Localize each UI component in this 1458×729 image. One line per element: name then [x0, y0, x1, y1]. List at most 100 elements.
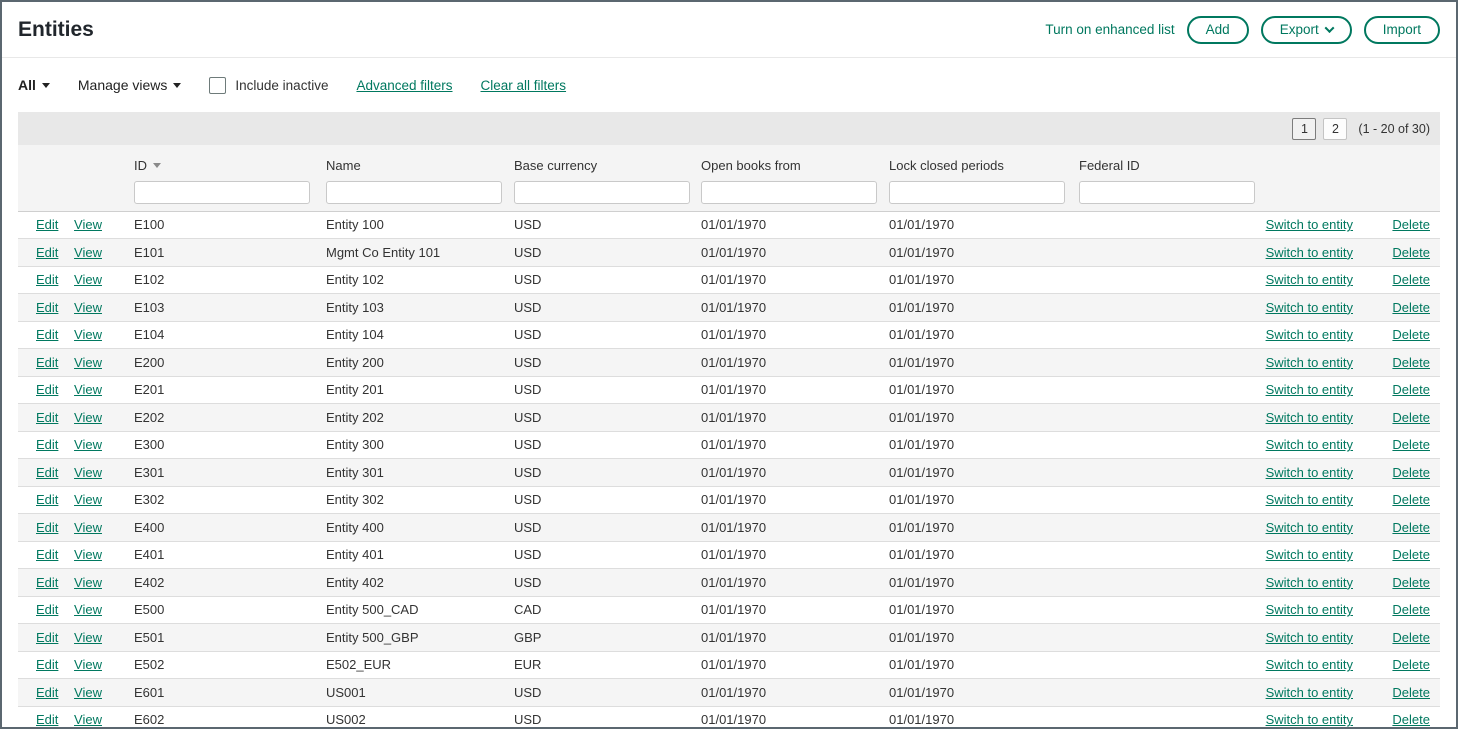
base-currency-column-header[interactable]: Base currency: [504, 145, 691, 175]
view-link[interactable]: View: [74, 355, 102, 370]
edit-link[interactable]: Edit: [36, 355, 58, 370]
switch-to-entity-link[interactable]: Switch to entity: [1266, 575, 1353, 590]
advanced-filters-link[interactable]: Advanced filters: [356, 78, 452, 93]
edit-link[interactable]: Edit: [36, 410, 58, 425]
include-inactive-checkbox[interactable]: [209, 77, 226, 94]
view-link[interactable]: View: [74, 547, 102, 562]
delete-link[interactable]: Delete: [1392, 575, 1430, 590]
manage-views-dropdown[interactable]: Manage views: [78, 77, 182, 93]
lock-closed-filter-input[interactable]: [889, 181, 1065, 204]
edit-link[interactable]: Edit: [36, 547, 58, 562]
switch-to-entity-link[interactable]: Switch to entity: [1266, 547, 1353, 562]
delete-link[interactable]: Delete: [1392, 245, 1430, 260]
edit-link[interactable]: Edit: [36, 630, 58, 645]
edit-link[interactable]: Edit: [36, 602, 58, 617]
view-link[interactable]: View: [74, 272, 102, 287]
page-1-button[interactable]: 1: [1292, 118, 1316, 140]
switch-to-entity-link[interactable]: Switch to entity: [1266, 355, 1353, 370]
clear-all-filters-link[interactable]: Clear all filters: [481, 78, 567, 93]
view-link[interactable]: View: [74, 465, 102, 480]
delete-link[interactable]: Delete: [1392, 355, 1430, 370]
view-link[interactable]: View: [74, 410, 102, 425]
import-button[interactable]: Import: [1364, 16, 1440, 44]
id-column-header[interactable]: ID: [124, 145, 316, 175]
view-link[interactable]: View: [74, 575, 102, 590]
enhanced-list-link[interactable]: Turn on enhanced list: [1045, 22, 1174, 37]
delete-link[interactable]: Delete: [1392, 272, 1430, 287]
view-link[interactable]: View: [74, 657, 102, 672]
delete-link[interactable]: Delete: [1392, 685, 1430, 700]
switch-to-entity-link[interactable]: Switch to entity: [1266, 630, 1353, 645]
edit-link[interactable]: Edit: [36, 492, 58, 507]
federal-id-filter-input[interactable]: [1079, 181, 1255, 204]
open-books-column-header[interactable]: Open books from: [691, 145, 879, 175]
view-dropdown[interactable]: All: [18, 77, 50, 93]
view-link[interactable]: View: [74, 217, 102, 232]
delete-link[interactable]: Delete: [1392, 492, 1430, 507]
switch-to-entity-link[interactable]: Switch to entity: [1266, 465, 1353, 480]
switch-to-entity-link[interactable]: Switch to entity: [1266, 657, 1353, 672]
switch-to-entity-link[interactable]: Switch to entity: [1266, 712, 1353, 727]
edit-link[interactable]: Edit: [36, 300, 58, 315]
edit-link[interactable]: Edit: [36, 520, 58, 535]
edit-link[interactable]: Edit: [36, 712, 58, 727]
edit-link[interactable]: Edit: [36, 437, 58, 452]
name-column-header[interactable]: Name: [316, 145, 504, 175]
federal-id-column-header[interactable]: Federal ID: [1069, 145, 1253, 175]
switch-to-entity-link[interactable]: Switch to entity: [1266, 272, 1353, 287]
open-books-filter-input[interactable]: [701, 181, 877, 204]
id-filter-input[interactable]: [134, 181, 310, 204]
delete-link[interactable]: Delete: [1392, 327, 1430, 342]
view-link[interactable]: View: [74, 300, 102, 315]
view-link[interactable]: View: [74, 245, 102, 260]
delete-link[interactable]: Delete: [1392, 410, 1430, 425]
switch-to-entity-link[interactable]: Switch to entity: [1266, 410, 1353, 425]
delete-link[interactable]: Delete: [1392, 437, 1430, 452]
delete-link[interactable]: Delete: [1392, 382, 1430, 397]
view-link[interactable]: View: [74, 630, 102, 645]
delete-link[interactable]: Delete: [1392, 547, 1430, 562]
switch-to-entity-link[interactable]: Switch to entity: [1266, 382, 1353, 397]
view-link[interactable]: View: [74, 685, 102, 700]
delete-link[interactable]: Delete: [1392, 630, 1430, 645]
page-2-button[interactable]: 2: [1323, 118, 1347, 140]
edit-link[interactable]: Edit: [36, 217, 58, 232]
add-button[interactable]: Add: [1187, 16, 1249, 44]
lock-closed-column-header[interactable]: Lock closed periods: [879, 145, 1069, 175]
export-button[interactable]: Export: [1261, 16, 1352, 44]
switch-to-entity-link[interactable]: Switch to entity: [1266, 492, 1353, 507]
switch-to-entity-link[interactable]: Switch to entity: [1266, 520, 1353, 535]
view-link[interactable]: View: [74, 382, 102, 397]
edit-link[interactable]: Edit: [36, 245, 58, 260]
switch-to-entity-link[interactable]: Switch to entity: [1266, 300, 1353, 315]
delete-link[interactable]: Delete: [1392, 300, 1430, 315]
switch-to-entity-link[interactable]: Switch to entity: [1266, 685, 1353, 700]
switch-to-entity-link[interactable]: Switch to entity: [1266, 245, 1353, 260]
view-link[interactable]: View: [74, 602, 102, 617]
base-currency-filter-input[interactable]: [514, 181, 690, 204]
view-link[interactable]: View: [74, 437, 102, 452]
delete-link[interactable]: Delete: [1392, 465, 1430, 480]
view-link[interactable]: View: [74, 520, 102, 535]
edit-link[interactable]: Edit: [36, 685, 58, 700]
view-link[interactable]: View: [74, 492, 102, 507]
view-link[interactable]: View: [74, 327, 102, 342]
name-filter-input[interactable]: [326, 181, 502, 204]
edit-link[interactable]: Edit: [36, 272, 58, 287]
edit-link[interactable]: Edit: [36, 465, 58, 480]
switch-to-entity-link[interactable]: Switch to entity: [1266, 327, 1353, 342]
edit-link[interactable]: Edit: [36, 657, 58, 672]
edit-link[interactable]: Edit: [36, 327, 58, 342]
delete-link[interactable]: Delete: [1392, 602, 1430, 617]
delete-link[interactable]: Delete: [1392, 217, 1430, 232]
edit-link[interactable]: Edit: [36, 382, 58, 397]
switch-to-entity-link[interactable]: Switch to entity: [1266, 602, 1353, 617]
switch-to-entity-link[interactable]: Switch to entity: [1266, 217, 1353, 232]
edit-link[interactable]: Edit: [36, 575, 58, 590]
delete-link[interactable]: Delete: [1392, 520, 1430, 535]
cell-lock-closed-periods: 01/01/1970: [879, 486, 1069, 514]
switch-to-entity-link[interactable]: Switch to entity: [1266, 437, 1353, 452]
delete-link[interactable]: Delete: [1392, 657, 1430, 672]
delete-link[interactable]: Delete: [1392, 712, 1430, 727]
view-link[interactable]: View: [74, 712, 102, 727]
